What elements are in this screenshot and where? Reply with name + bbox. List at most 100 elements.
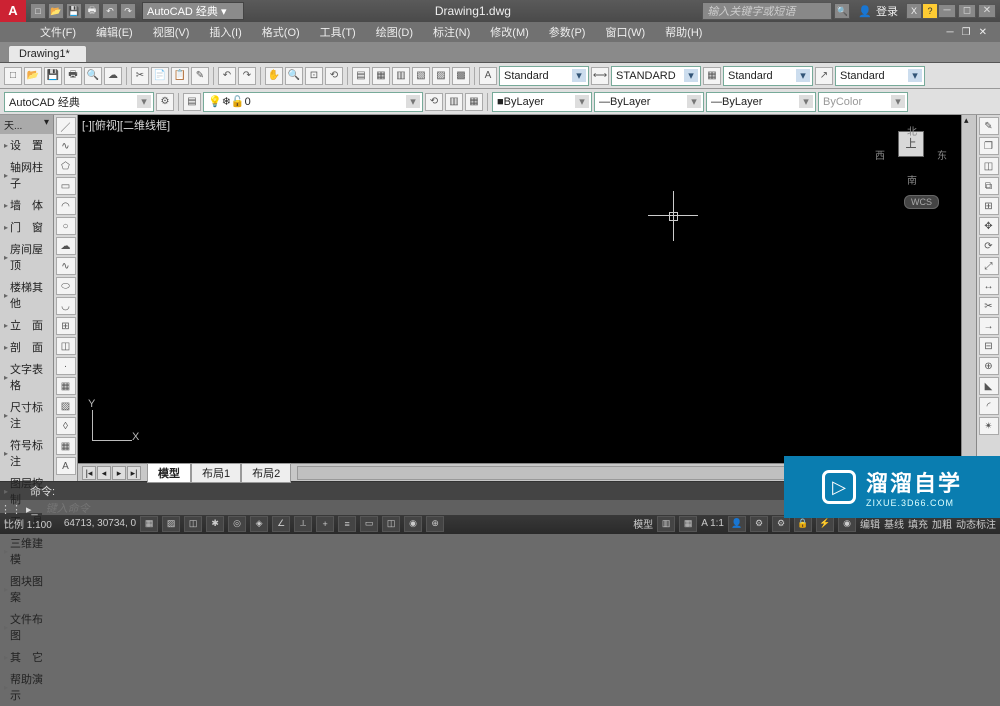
model-space-label[interactable]: 模型 — [633, 516, 653, 531]
3dosnap-toggle[interactable]: ◈ — [250, 516, 268, 532]
spline-icon[interactable]: ∿ — [56, 257, 76, 275]
menu-file[interactable]: 文件(F) — [30, 22, 86, 42]
gradient-icon[interactable]: ▨ — [56, 397, 76, 415]
layout-last-icon[interactable]: ▸| — [127, 466, 141, 480]
cut-icon[interactable]: ✂ — [131, 67, 149, 85]
otrack-toggle[interactable]: ∠ — [272, 516, 290, 532]
offset-icon[interactable]: ⧉ — [979, 177, 999, 195]
palette-item-1[interactable]: 轴网柱子 — [0, 156, 53, 194]
zoom-rt-icon[interactable]: 🔍 — [285, 67, 303, 85]
erase-icon[interactable]: ✎ — [979, 117, 999, 135]
menu-draw[interactable]: 绘图(D) — [366, 22, 423, 42]
osnap-toggle[interactable]: ◎ — [228, 516, 246, 532]
menu-insert[interactable]: 插入(I) — [199, 22, 251, 42]
ducs-toggle[interactable]: ⟂ — [294, 516, 312, 532]
ortho-toggle[interactable]: ◫ — [184, 516, 202, 532]
grid-toggle[interactable]: ▨ — [162, 516, 180, 532]
layer-combo[interactable]: 💡❄🔓 0 — [203, 92, 423, 112]
stretch-icon[interactable]: ↔ — [979, 277, 999, 295]
close-button[interactable]: ✕ — [978, 4, 996, 18]
help-search-input[interactable]: 输入关键字或短语 — [702, 2, 832, 20]
viewcube-e[interactable]: 东 — [937, 147, 947, 162]
menu-parametric[interactable]: 参数(P) — [539, 22, 596, 42]
tp-icon[interactable]: ▥ — [392, 67, 410, 85]
insert-icon[interactable]: ⊞ — [56, 317, 76, 335]
extend-icon[interactable]: → — [979, 317, 999, 335]
search-icon[interactable]: 🔍 — [834, 3, 850, 19]
rect-icon[interactable]: ▭ — [56, 177, 76, 195]
chamfer-icon[interactable]: ◣ — [979, 377, 999, 395]
rotate-icon[interactable]: ⟳ — [979, 237, 999, 255]
palette-item-6[interactable]: 立 面 — [0, 314, 53, 336]
scale-label[interactable]: 比例 1:100 — [4, 516, 52, 531]
dimstyle-combo[interactable]: STANDARD — [611, 66, 701, 86]
qv-layout-icon[interactable]: ▥ — [657, 516, 675, 532]
join-icon[interactable]: ⊕ — [979, 357, 999, 375]
viewcube-n[interactable]: 北 — [907, 123, 917, 138]
palette-item-2[interactable]: 墙 体 — [0, 194, 53, 216]
zoom-prev-icon[interactable]: ⟲ — [325, 67, 343, 85]
mleaderstyle-combo[interactable]: Standard — [835, 66, 925, 86]
viewcube-s[interactable]: 南 — [907, 172, 917, 187]
am-toggle[interactable]: ⊕ — [426, 516, 444, 532]
table-icon[interactable]: ▦ — [56, 437, 76, 455]
palette-item-10[interactable]: 符号标注 — [0, 434, 53, 472]
arc-icon[interactable]: ◠ — [56, 197, 76, 215]
line-icon[interactable]: ／ — [56, 117, 76, 135]
palette-item-7[interactable]: 剖 面 — [0, 336, 53, 358]
pline-icon[interactable]: ∿ — [56, 137, 76, 155]
plot-icon[interactable]: 🖶 — [64, 67, 82, 85]
circle-icon[interactable]: ○ — [56, 217, 76, 235]
palette-item-3[interactable]: 门 窗 — [0, 216, 53, 238]
open-icon[interactable]: 📂 — [24, 67, 42, 85]
layer-iso-icon[interactable]: ▦ — [465, 93, 483, 111]
match-icon[interactable]: ✎ — [191, 67, 209, 85]
mdi-close[interactable]: ✕ — [976, 27, 990, 38]
mtext-icon[interactable]: A — [56, 457, 76, 475]
mirror-icon[interactable]: ◫ — [979, 157, 999, 175]
palette-item-4[interactable]: 房间屋顶 — [0, 238, 53, 276]
new-icon[interactable]: □ — [4, 67, 22, 85]
st-label-3[interactable]: 加粗 — [932, 516, 952, 531]
viewport-label[interactable]: [-][俯视][二维线框] — [82, 117, 170, 133]
palette-item-17[interactable]: 帮助演示 — [0, 668, 53, 706]
palette-close-icon[interactable]: ▾ — [44, 117, 49, 132]
polygon-icon[interactable]: ⬠ — [56, 157, 76, 175]
pan-icon[interactable]: ✋ — [265, 67, 283, 85]
menu-help[interactable]: 帮助(H) — [655, 22, 712, 42]
zoom-win-icon[interactable]: ⊡ — [305, 67, 323, 85]
st-label-1[interactable]: 基线 — [884, 516, 904, 531]
publish-icon[interactable]: ☁ — [104, 67, 122, 85]
palette-item-9[interactable]: 尺寸标注 — [0, 396, 53, 434]
tpy-toggle[interactable]: ▭ — [360, 516, 378, 532]
palette-item-14[interactable]: 图块图案 — [0, 570, 53, 608]
tablestyle-icon[interactable]: ▦ — [703, 67, 721, 85]
textstyle-icon[interactable]: A — [479, 67, 497, 85]
menu-view[interactable]: 视图(V) — [143, 22, 200, 42]
explode-icon[interactable]: ✴ — [979, 417, 999, 435]
plotstyle-combo[interactable]: ByColor — [818, 92, 908, 112]
mdi-minimize[interactable]: ─ — [944, 27, 957, 38]
qat-undo-icon[interactable]: ↶ — [102, 3, 118, 19]
layer-state-icon[interactable]: ▥ — [445, 93, 463, 111]
coords-label[interactable]: 64713, 30734, 0 — [64, 518, 136, 529]
palette-item-15[interactable]: 文件布图 — [0, 608, 53, 646]
polar-toggle[interactable]: ✱ — [206, 516, 224, 532]
palette-title[interactable]: 天...▾ — [0, 115, 53, 134]
drawing-canvas[interactable]: [-][俯视][二维线框] Y X 北 西 东 上 南 WCS — [78, 115, 961, 463]
viewcube[interactable]: 北 西 东 上 南 — [881, 125, 941, 185]
point-icon[interactable]: · — [56, 357, 76, 375]
palette-item-8[interactable]: 文字表格 — [0, 358, 53, 396]
trim-icon[interactable]: ✂ — [979, 297, 999, 315]
layer-props-icon[interactable]: ▤ — [183, 93, 201, 111]
tab-layout1[interactable]: 布局1 — [191, 463, 241, 483]
app-menu-button[interactable]: A — [0, 0, 26, 22]
lwt-toggle[interactable]: ≡ — [338, 516, 356, 532]
qat-save-icon[interactable]: 💾 — [66, 3, 82, 19]
menu-edit[interactable]: 编辑(E) — [86, 22, 143, 42]
ws-settings-icon[interactable]: ⚙ — [156, 93, 174, 111]
palette-item-0[interactable]: 设 置 — [0, 134, 53, 156]
paste-icon[interactable]: 📋 — [171, 67, 189, 85]
hatch-icon[interactable]: ▦ — [56, 377, 76, 395]
tab-model[interactable]: 模型 — [147, 463, 191, 483]
